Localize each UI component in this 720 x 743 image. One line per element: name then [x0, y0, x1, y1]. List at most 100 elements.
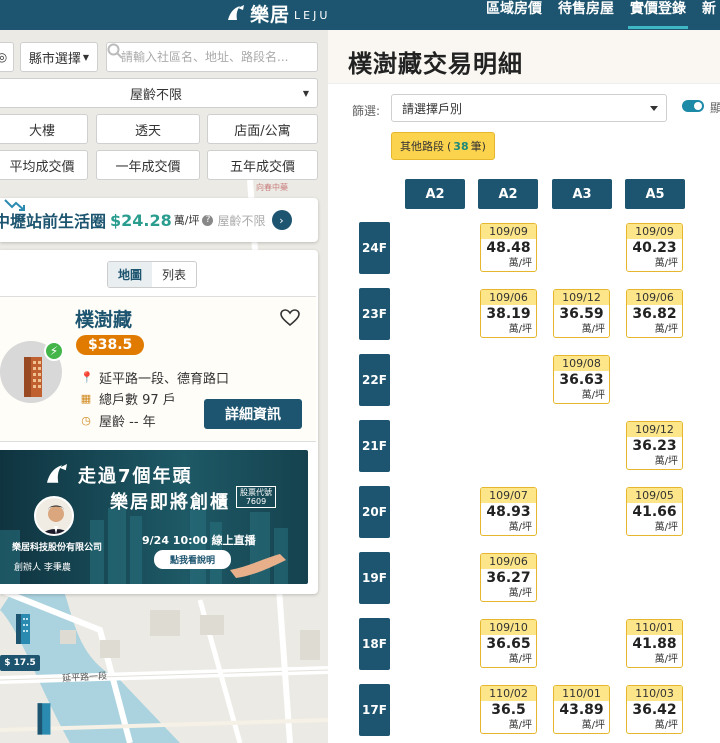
ad-date: 9/24 10:00 線上直播: [142, 534, 256, 547]
transaction-cell[interactable]: 109/06 36.27 萬/坪: [480, 553, 537, 602]
display-toggle[interactable]: [682, 100, 704, 112]
avg-price-button[interactable]: 平均成交價: [0, 150, 88, 180]
nav-for-sale[interactable]: 待售房屋: [558, 0, 614, 30]
type-house-button[interactable]: 透天: [96, 114, 200, 144]
transaction-cell[interactable]: 110/03 36.42 萬/坪: [626, 685, 683, 734]
floor-label: 23F: [359, 288, 390, 340]
chevron-down-icon: ▼: [82, 52, 90, 62]
detail-header: 樸澍藏交易明細: [328, 30, 720, 84]
ad-founder: 創辦人 李秉農: [14, 563, 71, 573]
property-name[interactable]: 樸澍藏: [75, 305, 132, 332]
property-card[interactable]: ⚡ 樸澍藏 $38.5 📍 延平路一段、德育路口 ▦ 總戶數 97 戶 ◷ 屋齡…: [0, 296, 316, 442]
type-shop-apartment-button[interactable]: 店面/公寓: [207, 114, 318, 144]
transaction-cell[interactable]: 109/08 36.63 萬/坪: [553, 355, 610, 404]
area-age: 屋齡不限: [217, 213, 266, 228]
search-input[interactable]: [121, 50, 296, 64]
unit-filter-select[interactable]: 請選擇戶別: [391, 94, 667, 122]
transaction-date: 109/10: [481, 620, 536, 635]
trend-down-icon: [4, 199, 25, 211]
floor-label: 24F: [359, 222, 390, 274]
map-building-marker-icon[interactable]: [10, 610, 36, 650]
transaction-cell[interactable]: 110/01 41.88 萬/坪: [626, 619, 683, 668]
transaction-date: 109/08: [554, 356, 609, 371]
person-icon: [41, 505, 71, 534]
property-age: 屋齡 -- 年: [99, 415, 156, 430]
transaction-price: 43.89: [559, 702, 604, 718]
type-building-button[interactable]: 大樓: [0, 114, 88, 144]
ad-banner[interactable]: 走過7個年頭 樂居即將創櫃 股票代號 7609 樂居科技股份有限公司 創辦人 李…: [0, 450, 308, 584]
transaction-unit: 萬/坪: [508, 588, 532, 599]
favorite-heart-icon[interactable]: [280, 309, 300, 327]
map-area[interactable]: ◎ 縣市選擇 ▼ 屋齡不限 ▼ 大樓 透天 店面/公寓 平均成交價 一年成交價 …: [0, 30, 328, 743]
ad-logo-icon: [47, 464, 67, 483]
map-building-marker-2-icon[interactable]: [32, 698, 56, 738]
city-select[interactable]: 縣市選擇 ▼: [20, 42, 98, 72]
column-header[interactable]: A5: [625, 179, 685, 209]
transaction-cell[interactable]: 109/12 36.59 萬/坪: [553, 289, 610, 338]
transaction-unit: 萬/坪: [654, 456, 678, 467]
nav-new[interactable]: 新: [702, 0, 720, 30]
transaction-price: 41.66: [632, 504, 677, 520]
top-bar: 樂居 LEJU 區域房價 待售房屋 實價登錄 新: [0, 0, 720, 30]
transaction-price: 48.93: [486, 504, 531, 520]
area-price: $24.28: [110, 210, 172, 230]
property-price-badge: $38.5: [76, 335, 145, 355]
transaction-unit: 萬/坪: [654, 258, 678, 269]
transaction-unit: 萬/坪: [581, 324, 605, 335]
road-chip-paren-open: (: [447, 139, 452, 153]
property-age-row: ◷ 屋齡 -- 年: [80, 411, 156, 430]
floor-label: 17F: [359, 684, 390, 736]
transaction-cell[interactable]: 110/02 36.5 萬/坪: [480, 685, 537, 734]
transaction-price: 36.27: [486, 570, 531, 586]
column-header[interactable]: A3: [552, 179, 612, 209]
transaction-cell[interactable]: 109/06 38.19 萬/坪: [480, 289, 537, 338]
five-year-price-button[interactable]: 五年成交價: [207, 150, 318, 180]
info-icon[interactable]: ?: [202, 214, 214, 226]
ad-cta-button[interactable]: 點我看說明: [154, 550, 232, 569]
arrow-right-icon[interactable]: ›: [271, 210, 292, 230]
nav-area-price[interactable]: 區域房價: [486, 0, 542, 30]
area-summary[interactable]: 中壢站前生活圈 $24.28 萬/坪 ? 屋齡不限 ›: [0, 198, 318, 242]
nav-actual-price[interactable]: 實價登錄: [628, 0, 688, 30]
column-header[interactable]: A2: [405, 179, 465, 209]
transaction-unit: 萬/坪: [508, 324, 532, 335]
road-chip-paren-close: ): [481, 139, 486, 153]
search-box[interactable]: [106, 42, 318, 72]
transaction-price: 36.42: [632, 702, 677, 718]
tab-map[interactable]: 地圖: [108, 262, 153, 287]
transaction-price: 36.5: [491, 702, 526, 718]
detail-info-button[interactable]: 詳細資訊: [204, 399, 302, 429]
transaction-unit: 萬/坪: [581, 390, 605, 401]
floor-label: 18F: [359, 618, 390, 670]
locate-button[interactable]: ◎: [0, 42, 14, 72]
transaction-cell[interactable]: 109/10 36.65 萬/坪: [480, 619, 537, 668]
transaction-cell[interactable]: 109/05 41.66 萬/坪: [626, 487, 683, 536]
transaction-cell[interactable]: 109/12 36.23 萬/坪: [626, 421, 683, 470]
floor-label: 20F: [359, 486, 390, 538]
ad-stock-code-value: 7609: [245, 497, 267, 506]
transaction-cell[interactable]: 110/01 43.89 萬/坪: [553, 685, 610, 734]
floor-label: 22F: [359, 354, 390, 406]
transaction-cell[interactable]: 109/06 36.82 萬/坪: [626, 289, 683, 338]
age-select[interactable]: 屋齡不限 ▼: [0, 78, 318, 108]
column-header[interactable]: A2: [478, 179, 538, 209]
road-chip-label: 其他路段: [400, 140, 444, 153]
transaction-cell[interactable]: 109/09 48.48 萬/坪: [480, 223, 537, 272]
transaction-date: 110/01: [627, 620, 682, 635]
transaction-price: 41.88: [632, 636, 677, 652]
one-year-price-button[interactable]: 一年成交價: [96, 150, 200, 180]
transaction-cell[interactable]: 109/09 40.23 萬/坪: [626, 223, 683, 272]
floor-label: 21F: [359, 420, 390, 472]
display-toggle-label: 顯: [710, 101, 720, 115]
brand-name-en: LEJU: [294, 8, 331, 22]
other-road-chip[interactable]: 其他路段 ( 38 筆 ): [391, 132, 495, 160]
transaction-cell[interactable]: 109/07 48.93 萬/坪: [480, 487, 537, 536]
property-address: 延平路一段、德育路口: [99, 372, 230, 387]
transaction-unit: 萬/坪: [654, 324, 678, 335]
property-address-row: 📍 延平路一段、德育路口: [80, 368, 229, 387]
tab-list[interactable]: 列表: [152, 262, 196, 287]
brand-logo[interactable]: 樂居 LEJU: [224, 0, 330, 26]
transaction-price: 36.59: [559, 306, 604, 322]
map-price-tag[interactable]: $ 17.5: [0, 655, 40, 671]
transaction-unit: 萬/坪: [508, 258, 532, 269]
